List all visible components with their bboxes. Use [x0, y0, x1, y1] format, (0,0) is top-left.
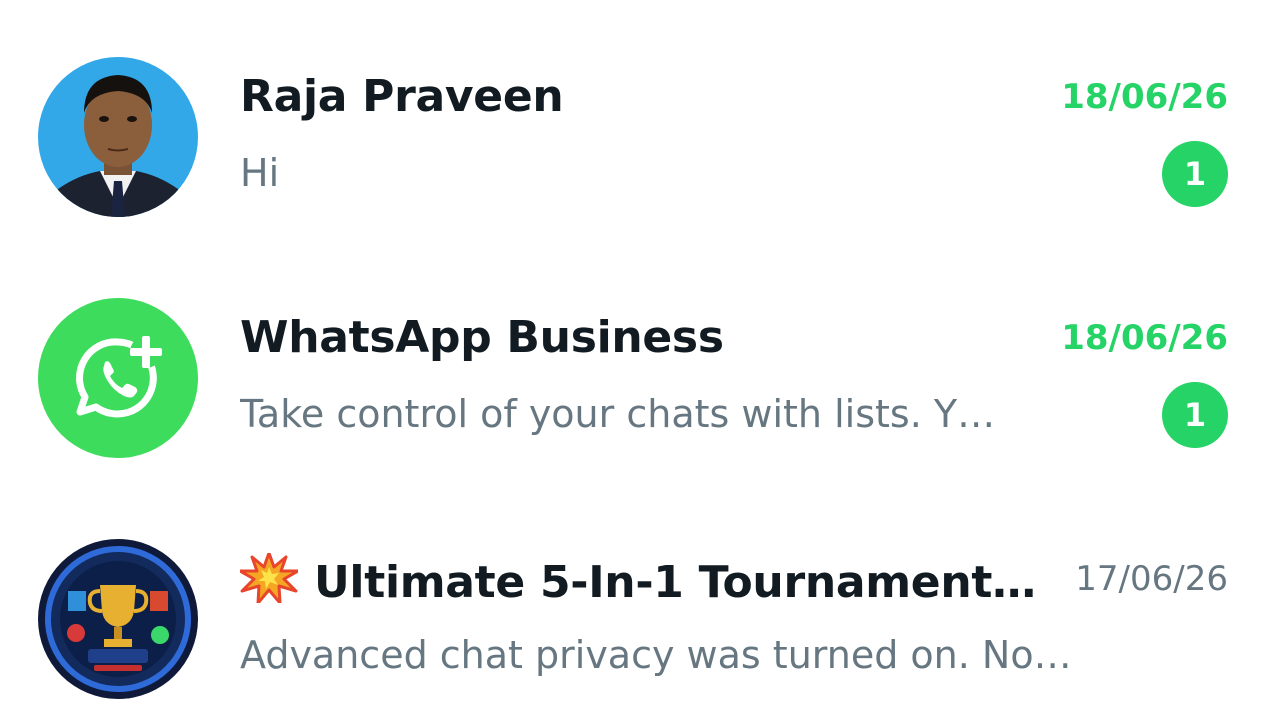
chat-name: Ultimate 5-In-1 Tournament…: [240, 553, 1036, 608]
chat-timestamp: 17/06/26: [1075, 559, 1228, 599]
tournament-trophy-logo-icon: [38, 539, 198, 699]
chat-row-tournament-group[interactable]: Ultimate 5-In-1 Tournament… 17/06/26 Adv…: [0, 519, 1280, 719]
avatar[interactable]: [38, 539, 198, 699]
avatar[interactable]: [38, 57, 198, 217]
avatar[interactable]: [38, 298, 198, 458]
chat-last-message: Take control of your chats with lists. Y…: [240, 392, 996, 436]
chat-name: WhatsApp Business: [240, 312, 724, 363]
chat-last-message: Hi: [240, 151, 280, 195]
chat-timestamp: 18/06/26: [1061, 318, 1228, 358]
unread-count-badge: 1: [1162, 382, 1228, 448]
unread-count-badge: 1: [1162, 141, 1228, 207]
chat-row-raja-praveen[interactable]: Raja Praveen 18/06/26 Hi 1: [0, 37, 1280, 237]
chat-name: Raja Praveen: [240, 71, 564, 122]
person-photo-icon: [38, 57, 198, 217]
collision-emoji-icon: [240, 553, 300, 605]
chat-timestamp: 18/06/26: [1061, 77, 1228, 117]
chat-row-whatsapp-business[interactable]: WhatsApp Business 18/06/26 Take control …: [0, 278, 1280, 478]
chat-name-text: Ultimate 5-In-1 Tournament…: [314, 557, 1036, 608]
chat-list: Raja Praveen 18/06/26 Hi 1 WhatsApp Busi…: [0, 0, 1280, 720]
chat-last-message: Advanced chat privacy was turned on. No…: [240, 633, 1072, 677]
whatsapp-business-logo-icon: [38, 298, 198, 458]
